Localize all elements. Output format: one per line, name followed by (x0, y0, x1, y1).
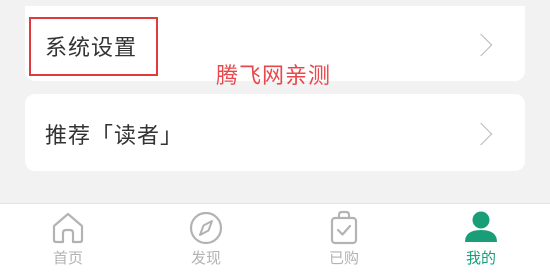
chevron-right-icon (469, 122, 493, 146)
highlight-annotation-box (29, 17, 158, 76)
tab-mine[interactable]: 我的 (431, 204, 531, 275)
tab-home[interactable]: 首页 (18, 204, 118, 275)
screen: 系统设置 推荐「读者」 腾飞网亲测 首页 发现 已购 我的 (0, 0, 550, 275)
tab-bought[interactable]: 已购 (294, 204, 394, 275)
recommend-readers-menu-item[interactable]: 推荐「读者」 (25, 94, 525, 171)
shopping-bag-icon (330, 210, 358, 245)
chevron-right-icon (469, 33, 493, 57)
tab-discover[interactable]: 发现 (156, 204, 256, 275)
tab-home-label: 首页 (52, 249, 83, 267)
tab-bought-label: 已购 (328, 249, 359, 267)
compass-icon (189, 211, 223, 245)
tab-mine-label: 我的 (465, 249, 496, 267)
bottom-tab-bar: 首页 发现 已购 我的 (0, 203, 550, 275)
home-icon (52, 212, 84, 244)
tab-discover-label: 发现 (190, 249, 221, 267)
user-icon (465, 211, 497, 242)
watermark-text: 腾飞网亲测 (216, 64, 332, 89)
recommend-label: 推荐「读者」 (45, 124, 184, 149)
